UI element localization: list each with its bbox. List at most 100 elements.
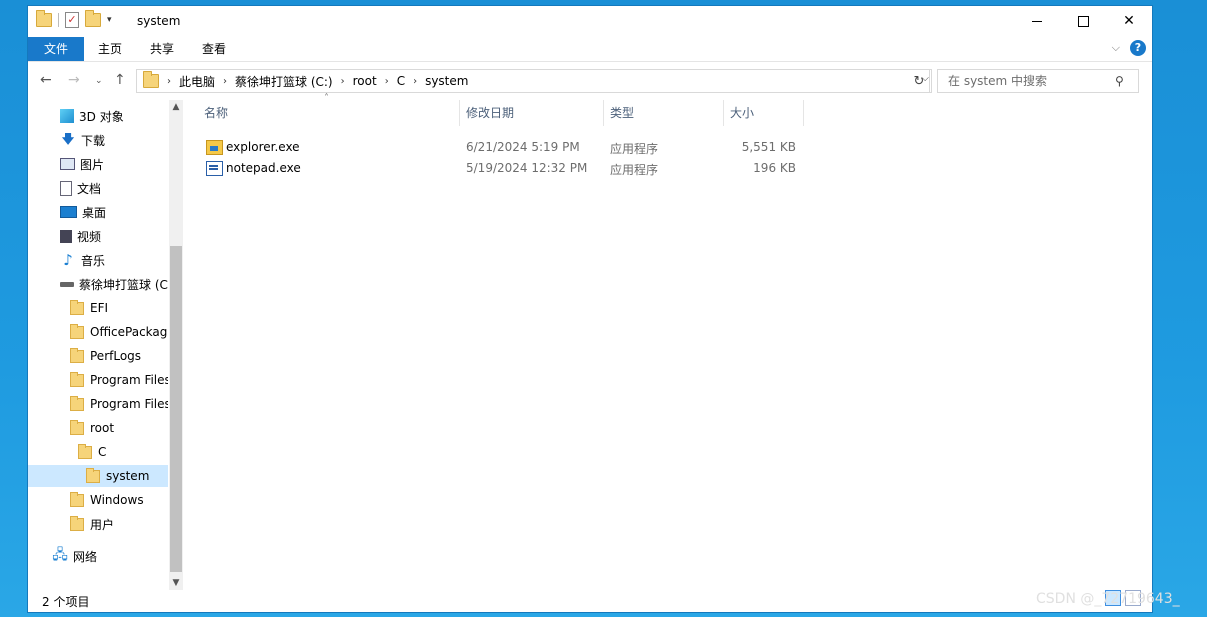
nav-item-network[interactable]: 🖧 网络 bbox=[28, 545, 168, 567]
scroll-down-icon[interactable]: ▼ bbox=[169, 578, 183, 588]
nav-item-label: C bbox=[98, 445, 107, 459]
nav-item-efi[interactable]: EFI bbox=[28, 297, 168, 319]
breadcrumb-c[interactable]: C bbox=[397, 74, 405, 88]
title-bar: ✓ ▾ system ✕ bbox=[28, 6, 1152, 36]
nav-item-3d-objects[interactable]: 3D 对象 bbox=[28, 105, 168, 127]
search-box[interactable]: ⚲ bbox=[937, 69, 1139, 93]
quick-access-toolbar: ✓ ▾ bbox=[36, 10, 112, 28]
help-icon[interactable]: ? bbox=[1130, 40, 1146, 56]
file-size: 196 KB bbox=[753, 161, 796, 175]
breadcrumb-arrow-icon[interactable]: › bbox=[413, 76, 417, 87]
nav-item-system[interactable]: system bbox=[28, 465, 168, 487]
file-type: 应用程序 bbox=[610, 163, 659, 177]
nav-item-label: Windows bbox=[90, 493, 144, 507]
nav-item-label: OfficePackage bbox=[90, 325, 168, 339]
expand-ribbon-icon[interactable]: ⌵ bbox=[1112, 41, 1120, 55]
ribbon-right: ⌵ ? bbox=[1112, 40, 1146, 56]
videos-icon bbox=[60, 229, 72, 243]
breadcrumb-system[interactable]: system bbox=[425, 74, 468, 88]
search-icon[interactable]: ⚲ bbox=[1115, 74, 1124, 88]
nav-item-videos[interactable]: 视频 bbox=[28, 225, 168, 247]
nav-item-desktop[interactable]: 桌面 bbox=[28, 201, 168, 223]
nav-item-program-files[interactable]: Program Files bbox=[28, 369, 168, 391]
maximize-button[interactable] bbox=[1060, 6, 1106, 36]
nav-item-label: 图片 bbox=[80, 157, 105, 172]
music-icon: ♪ bbox=[63, 251, 73, 269]
nav-item-pictures[interactable]: 图片 bbox=[28, 153, 168, 175]
nav-item-windows[interactable]: Windows bbox=[28, 489, 168, 511]
tab-share[interactable]: 共享 bbox=[136, 37, 188, 61]
nav-item-label: 网络 bbox=[73, 549, 98, 564]
folder-icon bbox=[69, 419, 85, 435]
item-count: 2 个项目 bbox=[42, 595, 90, 609]
breadcrumb-this-pc[interactable]: 此电脑 bbox=[179, 73, 215, 90]
nav-item-label: 用户 bbox=[90, 517, 115, 532]
nav-item-label: 文档 bbox=[77, 181, 102, 196]
watermark: CSDN @_72719643_ bbox=[1036, 591, 1180, 607]
up-arrow-icon[interactable]: ↑ bbox=[114, 72, 126, 88]
close-button[interactable]: ✕ bbox=[1106, 6, 1152, 36]
refresh-button[interactable]: ↻ bbox=[909, 69, 930, 93]
file-date: 5/19/2024 12:32 PM bbox=[466, 161, 588, 175]
network-icon: 🖧 bbox=[52, 547, 68, 563]
nav-item-c[interactable]: C bbox=[28, 441, 168, 463]
file-size: 5,551 KB bbox=[741, 140, 796, 154]
file-name: explorer.exe bbox=[226, 140, 300, 154]
recent-locations-icon[interactable]: ⌄ bbox=[95, 76, 103, 86]
nav-item-perflogs[interactable]: PerfLogs bbox=[28, 345, 168, 367]
properties-icon[interactable]: ✓ bbox=[65, 12, 79, 28]
scroll-up-icon[interactable]: ▲ bbox=[169, 102, 183, 112]
navigation-bar: ← → ⌄ ↑ › 此电脑 › 蔡徐坤打篮球 (C:) › root › C ›… bbox=[28, 68, 1152, 94]
tab-home[interactable]: 主页 bbox=[84, 37, 136, 61]
column-header-name[interactable]: 名称 bbox=[198, 100, 460, 126]
breadcrumb-arrow-icon[interactable]: › bbox=[385, 76, 389, 87]
address-bar[interactable]: › 此电脑 › 蔡徐坤打篮球 (C:) › root › C › system … bbox=[136, 69, 932, 93]
minimize-button[interactable] bbox=[1014, 6, 1060, 36]
folder-icon bbox=[69, 347, 85, 363]
folder-icon bbox=[69, 515, 85, 531]
minimize-icon bbox=[1032, 20, 1042, 22]
nav-item-label: 视频 bbox=[77, 229, 102, 244]
nav-item-drive-c[interactable]: 蔡徐坤打篮球 (C bbox=[28, 273, 168, 295]
nav-scrollbar[interactable]: ▲ ▼ bbox=[169, 100, 183, 590]
nav-item-officepackage[interactable]: OfficePackage bbox=[28, 321, 168, 343]
file-date: 6/21/2024 5:19 PM bbox=[466, 140, 580, 154]
notepad-app-icon bbox=[206, 161, 223, 176]
scrollbar-thumb[interactable] bbox=[170, 246, 182, 572]
breadcrumb-drive[interactable]: 蔡徐坤打篮球 (C:) bbox=[235, 73, 333, 90]
tab-view[interactable]: 查看 bbox=[188, 37, 240, 61]
forward-arrow-icon[interactable]: → bbox=[68, 72, 80, 88]
nav-item-label: 蔡徐坤打篮球 (C bbox=[79, 277, 168, 292]
search-input[interactable] bbox=[946, 73, 1115, 89]
folder-icon bbox=[69, 299, 85, 315]
breadcrumb-arrow-icon[interactable]: › bbox=[341, 76, 345, 87]
nav-item-label: PerfLogs bbox=[90, 349, 142, 363]
back-arrow-icon[interactable]: ← bbox=[40, 72, 52, 88]
tab-file[interactable]: 文件 bbox=[28, 37, 84, 61]
breadcrumb-root[interactable]: root bbox=[353, 74, 377, 88]
file-row[interactable]: notepad.exe 5/19/2024 12:32 PM 应用程序 196 … bbox=[198, 158, 818, 179]
nav-item-program-files-x86[interactable]: Program Files bbox=[28, 393, 168, 415]
documents-icon bbox=[60, 180, 72, 196]
nav-item-label: EFI bbox=[90, 301, 109, 315]
folder-icon bbox=[69, 323, 85, 339]
folder-icon bbox=[69, 491, 85, 507]
folder-icon bbox=[36, 10, 52, 27]
column-header-size[interactable]: 大小 bbox=[724, 100, 804, 126]
close-icon: ✕ bbox=[1123, 13, 1135, 29]
window-title: system bbox=[137, 14, 181, 28]
new-folder-icon[interactable] bbox=[85, 10, 101, 27]
nav-item-users[interactable]: 用户 bbox=[28, 513, 168, 535]
nav-item-music[interactable]: ♪ 音乐 bbox=[28, 249, 168, 271]
file-row[interactable]: explorer.exe 6/21/2024 5:19 PM 应用程序 5,55… bbox=[198, 137, 818, 158]
customize-toolbar-icon[interactable]: ▾ bbox=[107, 15, 112, 25]
column-header-date[interactable]: 修改日期 bbox=[460, 100, 604, 126]
nav-item-documents[interactable]: 文档 bbox=[28, 177, 168, 199]
breadcrumb-arrow-icon[interactable]: › bbox=[167, 76, 171, 87]
column-header-type[interactable]: 类型 bbox=[604, 100, 724, 126]
nav-item-downloads[interactable]: 🡇 下载 bbox=[28, 129, 168, 151]
nav-item-root[interactable]: root bbox=[28, 417, 168, 439]
nav-item-label: system bbox=[106, 469, 150, 483]
breadcrumb-arrow-icon[interactable]: › bbox=[223, 76, 227, 87]
explorer-app-icon bbox=[206, 140, 223, 155]
